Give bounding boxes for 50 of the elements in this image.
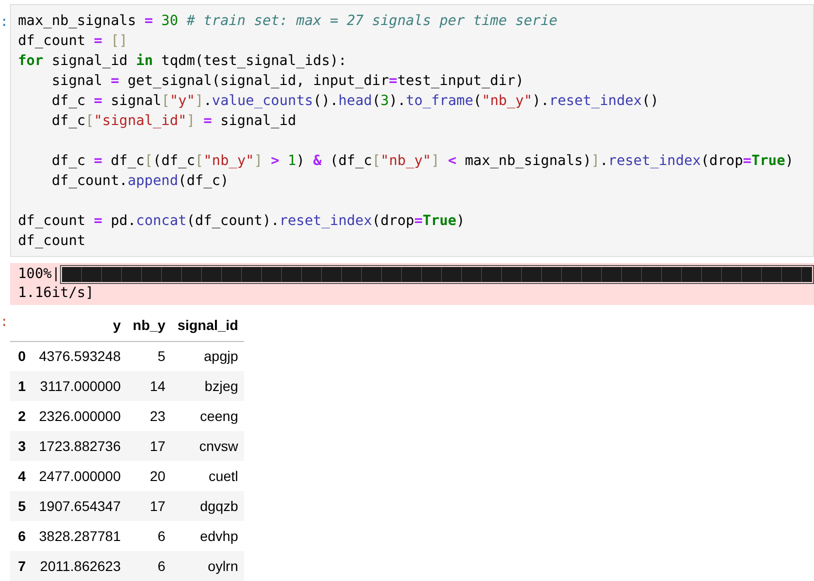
column-header: signal_id [171, 310, 244, 341]
row-index: 4 [10, 461, 35, 491]
code-line: df_count [18, 232, 86, 251]
table-cell: dgqzb [171, 491, 244, 521]
table-cell: cnvsw [171, 431, 244, 461]
code-line: for signal_id in tqdm(test_signal_ids): [18, 52, 347, 71]
table-cell: 1907.654347 [35, 491, 127, 521]
progress-rate: 1.16it/s] [18, 285, 94, 301]
table-cell: 17 [126, 491, 172, 521]
row-index: 0 [10, 341, 35, 371]
code-line: df_c = signal["y"].value_counts().head(3).to_frame("nb_y").reset_index() [50, 92, 659, 111]
table-cell: apgjp [171, 341, 244, 371]
table-cell: 5 [126, 341, 172, 371]
progress-percent: 100%| [18, 265, 60, 284]
row-index: 7 [10, 551, 35, 581]
output-prompt: : [0, 313, 8, 332]
code-line: max_nb_signals = 30 # train set: max = 27 signals per time serie [18, 12, 558, 31]
table-cell: ceeng [171, 401, 244, 431]
table-cell: bzjeg [171, 371, 244, 401]
table-cell: 6 [126, 551, 172, 581]
row-index: 2 [10, 401, 35, 431]
table-cell: 17 [126, 431, 172, 461]
column-header: nb_y [126, 310, 172, 341]
code-line: df_count.append(df_c) [50, 172, 229, 191]
code-line: df_count = pd.concat(df_count).reset_index(drop=True) [18, 212, 465, 231]
table-cell: edvhp [171, 521, 244, 551]
code-line: df_c["signal_id"] = signal_id [50, 112, 296, 131]
input-prompt: : [0, 13, 8, 32]
table-cell: 20 [126, 461, 172, 491]
table-cell: 14 [126, 371, 172, 401]
code-line: signal = get_signal(signal_id, input_dir=test_input_dir) [50, 72, 524, 91]
row-index: 5 [10, 491, 35, 521]
table-cell: 3117.000000 [35, 371, 127, 401]
code-line: df_c = df_c[(df_c["nb_y"] > 1) & (df_c["nb_y"] < max_nb_signals)].reset_index(drop=True) [50, 152, 794, 171]
table-cell: 2477.000000 [35, 461, 127, 491]
row-index: 1 [10, 371, 35, 401]
table-cell: 6 [126, 521, 172, 551]
table-cell: 1723.882736 [35, 431, 127, 461]
table-cell: cuetl [171, 461, 244, 491]
table-cell: oylrn [171, 551, 244, 581]
table-cell: 2011.862623 [35, 551, 127, 581]
code-line: df_count = [] [18, 32, 128, 51]
code-cell[interactable] [10, 4, 814, 257]
table-cell: 23 [126, 401, 172, 431]
table-cell: 4376.593248 [35, 341, 127, 371]
row-index: 3 [10, 431, 35, 461]
table-cell: 3828.287781 [35, 521, 127, 551]
column-header: y [35, 310, 127, 341]
row-index: 6 [10, 521, 35, 551]
table-cell: 2326.000000 [35, 401, 127, 431]
